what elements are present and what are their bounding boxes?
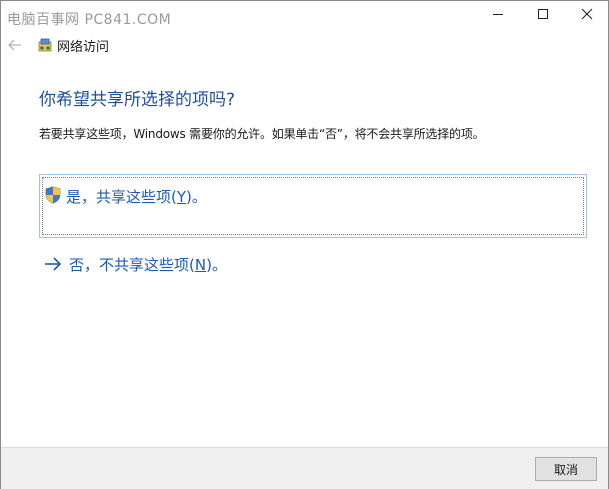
back-arrow-icon [8, 39, 21, 51]
right-arrow-icon [45, 257, 62, 271]
cancel-button[interactable]: 取消 [535, 457, 597, 481]
network-wizard-icon [38, 38, 52, 52]
watermark-text: 电脑百事网 PC841.COM [7, 12, 172, 28]
maximize-icon [538, 9, 548, 19]
close-button[interactable] [564, 1, 609, 27]
title-bar: 电脑百事网 PC841.COM [1, 1, 608, 29]
share-yes-command-link[interactable]: 是，共享这些项(Y)。 [39, 174, 587, 238]
share-no-command-link[interactable]: 否，不共享这些项(N)。 [39, 250, 587, 280]
uac-shield-icon [45, 186, 61, 204]
minimize-icon [493, 14, 503, 15]
dialog-window: 电脑百事网 PC841.COM 网络访问 你希望共享所选择的项吗? 若要共享这些… [0, 0, 609, 489]
page-description: 若要共享这些项，Windows 需要你的允许。如果单击“否”，将不会共享所选择的… [39, 127, 485, 141]
maximize-button[interactable] [520, 1, 566, 27]
page-heading: 你希望共享所选择的项吗? [39, 90, 236, 110]
back-button[interactable] [5, 35, 25, 55]
minimize-button[interactable] [475, 1, 521, 27]
dialog-footer: 取消 [1, 447, 608, 489]
wizard-title: 网络访问 [57, 40, 110, 55]
navigation-row: 网络访问 [1, 31, 608, 59]
share-no-label: 否，不共享这些项(N)。 [69, 256, 227, 274]
close-icon [581, 8, 593, 20]
share-yes-label: 是，共享这些项(Y)。 [66, 188, 207, 206]
